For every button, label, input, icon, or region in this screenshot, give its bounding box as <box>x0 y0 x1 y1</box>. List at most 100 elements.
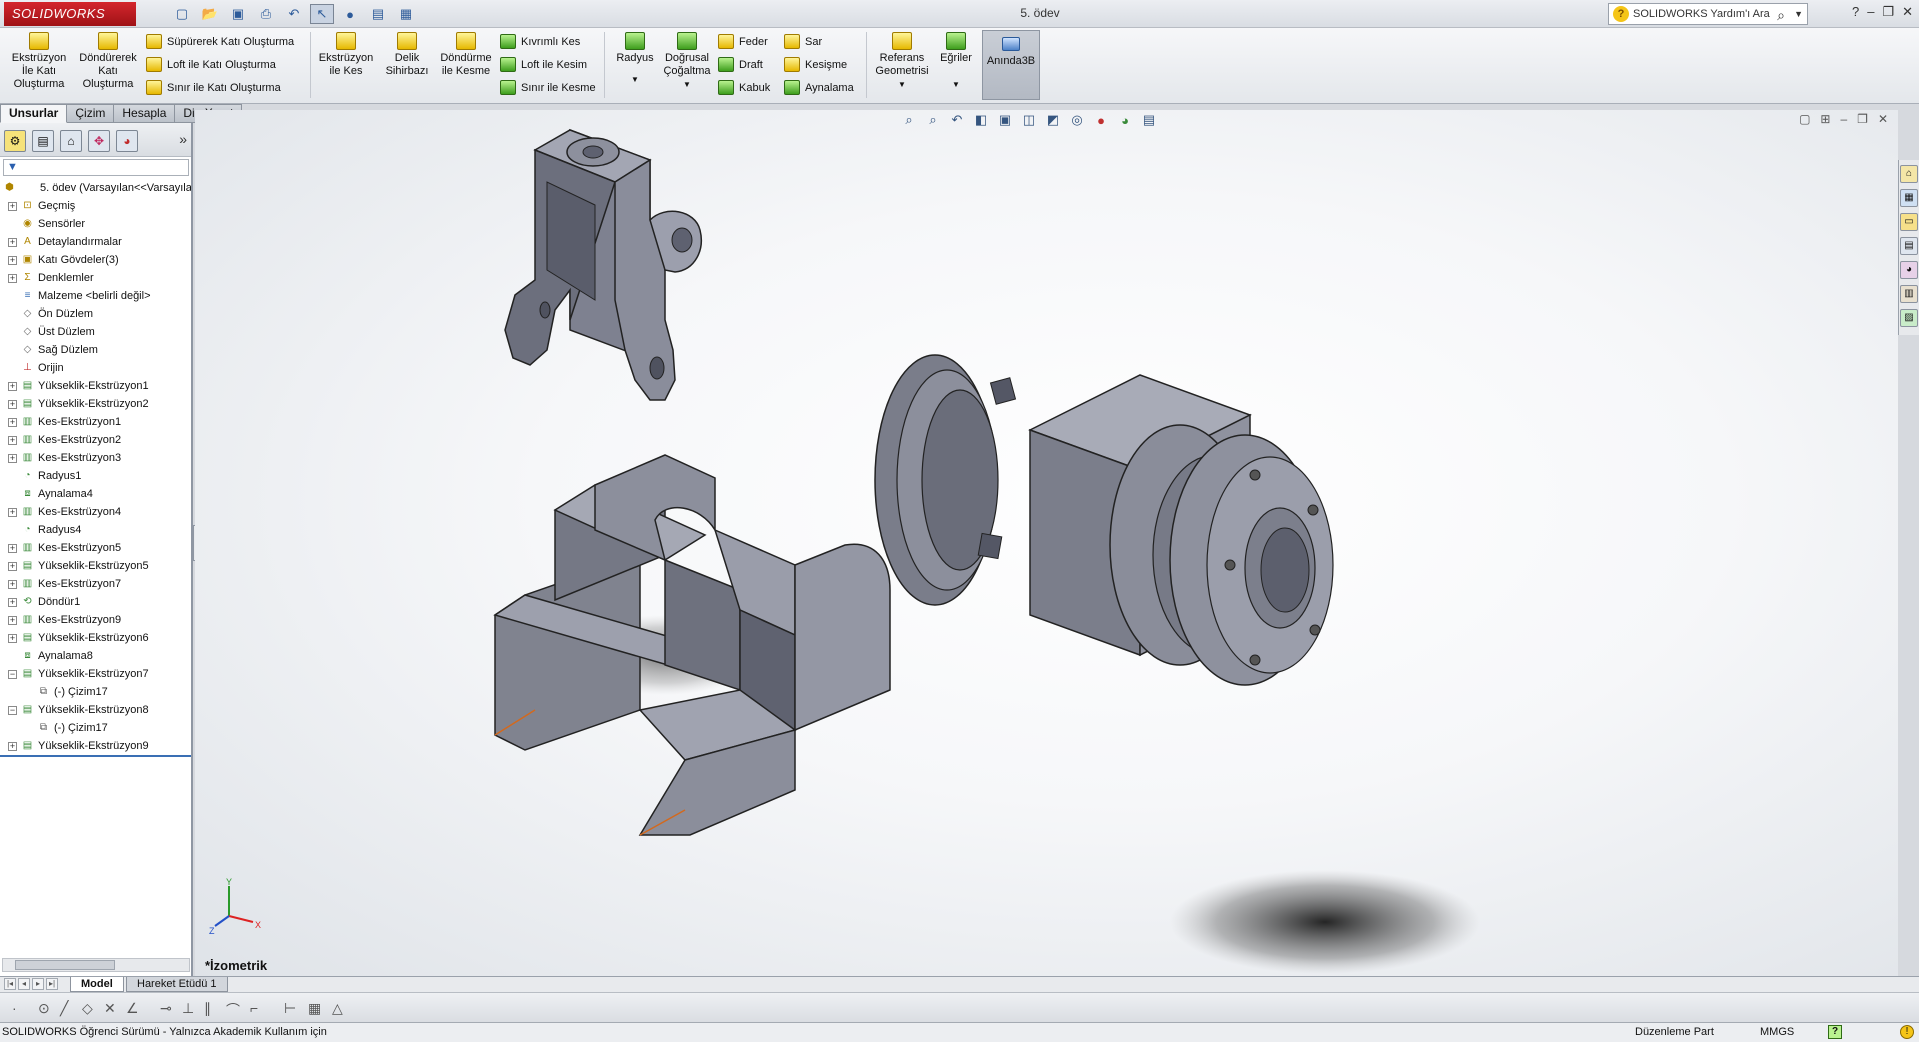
tree-item[interactable]: + ▤ Yükseklik-Ekstrüzyon5 <box>0 557 191 575</box>
triangle-icon[interactable]: △ <box>332 1000 343 1017</box>
expand-icon[interactable]: + <box>8 382 17 391</box>
help-icon[interactable]: ? <box>1828 1025 1842 1039</box>
tree-filter-input[interactable]: ▼ <box>3 159 189 176</box>
angle-icon[interactable]: ∠ <box>126 1000 139 1017</box>
last-tab-icon[interactable]: ▸| <box>46 978 58 990</box>
shell-button[interactable]: Kabuk <box>718 80 770 95</box>
hole-wizard-button[interactable]: Delik Sihirbazı <box>380 32 434 78</box>
tree-item[interactable]: ⧈ Aynalama8 <box>0 647 191 665</box>
point-icon[interactable]: · <box>12 1000 17 1016</box>
tree-item[interactable]: + ▥ Kes-Ekstrüzyon3 <box>0 449 191 467</box>
scrollbar-thumb[interactable] <box>15 960 115 970</box>
circle-icon[interactable]: ⊙ <box>38 1000 50 1017</box>
loft-boss-button[interactable]: Loft ile Katı Oluşturma <box>146 57 276 72</box>
units-selector[interactable]: MMGS <box>1760 1023 1794 1042</box>
expand-icon[interactable]: + <box>8 616 17 625</box>
prev-tab-icon[interactable]: ◂ <box>18 978 30 990</box>
appearances-icon[interactable]: ◕ <box>1900 261 1918 279</box>
custom-properties-icon[interactable]: ▥ <box>1900 285 1918 303</box>
saddle-block-part[interactable] <box>493 454 891 836</box>
tree-item[interactable]: + ⊡ Geçmiş <box>0 197 191 215</box>
select-pointer-icon[interactable]: ↖ <box>310 4 334 24</box>
reference-geometry-button[interactable]: Referans Geometrisi ▼ <box>870 32 934 91</box>
expand-icon[interactable]: + <box>8 418 17 427</box>
search-icon[interactable]: ⌕ <box>1777 5 1785 25</box>
open-folder-icon[interactable]: 📂 <box>198 4 222 24</box>
home-icon[interactable]: ⌂ <box>1900 165 1918 183</box>
tree-item[interactable]: − ▤ Yükseklik-Ekstrüzyon8 <box>0 701 191 719</box>
expand-icon[interactable]: + <box>8 598 17 607</box>
graphics-area[interactable]: ⌕ ⌕ ↶ ◧ ▣ ◫ ◩ ◎ ● ◕ ▤ ▢ ⊞ – ❐ ✕ Y X Z *İ… <box>195 110 1898 976</box>
help-menu-icon[interactable]: ? <box>1852 4 1859 20</box>
expand-icon[interactable]: + <box>8 400 17 409</box>
chevron-down-icon[interactable]: ▼ <box>662 78 712 91</box>
extrude-boss-button[interactable]: Ekstrüzyon İle Katı Oluşturma <box>6 32 72 91</box>
expand-icon[interactable]: + <box>8 274 17 283</box>
dimension-icon[interactable]: ⊢ <box>284 1000 296 1017</box>
tree-item[interactable]: + ▤ Yükseklik-Ekstrüzyon6 <box>0 629 191 647</box>
tree-item[interactable]: + ▤ Yükseklik-Ekstrüzyon1 <box>0 377 191 395</box>
view-palette-icon[interactable]: ▤ <box>1900 237 1918 255</box>
rollback-bar[interactable] <box>0 755 191 757</box>
expand-icon[interactable]: + <box>8 256 17 265</box>
loft-cut-button[interactable]: Loft ile Kesim <box>500 57 587 72</box>
extrude-cut-button[interactable]: Ekstrüzyon ile Kes <box>316 32 376 78</box>
intersect-button[interactable]: Kesişme <box>784 57 847 72</box>
chevron-down-icon[interactable]: ▼ <box>1794 4 1803 24</box>
revolve-boss-button[interactable]: Döndürerek Katı Oluşturma <box>74 32 142 91</box>
tree-item[interactable]: + ▥ Kes-Ekstrüzyon7 <box>0 575 191 593</box>
collapse-icon[interactable]: − <box>8 670 17 679</box>
display-manager-tab-icon[interactable]: ◕ <box>116 130 138 152</box>
boundary-cut-button[interactable]: Sınır ile Kesme <box>500 80 596 95</box>
linear-pattern-button[interactable]: Doğrusal Çoğaltma ▼ <box>662 32 712 91</box>
tree-item[interactable]: + ▥ Kes-Ekstrüzyon9 <box>0 611 191 629</box>
tree-root[interactable]: ⬢ 5. ödev (Varsayılan<<Varsayılan>_Görün… <box>0 179 191 197</box>
forum-icon[interactable]: ▨ <box>1900 309 1918 327</box>
tree-item[interactable]: + ▥ Kes-Ekstrüzyon2 <box>0 431 191 449</box>
tree-item[interactable]: + ▤ Yükseklik-Ekstrüzyon9 <box>0 737 191 755</box>
grid-icon[interactable]: ▦ <box>308 1000 321 1017</box>
expand-icon[interactable]: + <box>8 562 17 571</box>
expand-icon[interactable]: + <box>8 436 17 445</box>
property-manager-tab-icon[interactable]: ▤ <box>32 130 54 152</box>
mirror-button[interactable]: Aynalama <box>784 80 854 95</box>
tree-item[interactable]: + ▥ Kes-Ekstrüzyon5 <box>0 539 191 557</box>
tree-item[interactable]: ◔ Radyus1 <box>0 467 191 485</box>
corner-icon[interactable]: ⌐ <box>250 1000 258 1016</box>
tree-item[interactable]: ◇ Sağ Düzlem <box>0 341 191 359</box>
expand-icon[interactable]: + <box>8 634 17 643</box>
tree-item[interactable]: ⊥ Orijin <box>0 359 191 377</box>
perpendicular-icon[interactable]: ⊥ <box>182 1000 194 1017</box>
bracket-part[interactable] <box>504 128 702 401</box>
expand-icon[interactable]: + <box>8 202 17 211</box>
tree-item[interactable]: + ▥ Kes-Ekstrüzyon1 <box>0 413 191 431</box>
tree-item[interactable]: + ⟲ Döndür1 <box>0 593 191 611</box>
dimxpert-manager-tab-icon[interactable]: ✥ <box>88 130 110 152</box>
collapse-icon[interactable]: − <box>8 706 17 715</box>
tree-item[interactable]: ⧉ (-) Çizim17 <box>0 683 191 701</box>
tab-motion-study[interactable]: Hareket Etüdü 1 <box>126 977 228 992</box>
tree-item[interactable]: ◇ Üst Düzlem <box>0 323 191 341</box>
expand-icon[interactable]: + <box>8 580 17 589</box>
help-search-input[interactable]: ? SOLIDWORKS Yardım'ı Ara ⌕ ▼ <box>1608 3 1808 25</box>
tab-features[interactable]: Unsurlar <box>0 104 68 123</box>
first-tab-icon[interactable]: |◂ <box>4 978 16 990</box>
tree-item[interactable]: ≡ Malzeme <belirli değil> <box>0 287 191 305</box>
tree-item[interactable]: + ▥ Kes-Ekstrüzyon4 <box>0 503 191 521</box>
minimize-icon[interactable]: – <box>1867 4 1874 20</box>
fillet-button[interactable]: Radyus ▼ <box>610 32 660 86</box>
expand-icon[interactable]: + <box>8 544 17 553</box>
chevron-down-icon[interactable]: ▼ <box>610 73 660 86</box>
tree-item[interactable]: + Σ Denklemler <box>0 269 191 287</box>
close-icon[interactable]: ✕ <box>1902 4 1913 20</box>
tree-item[interactable]: + ▤ Yükseklik-Ekstrüzyon2 <box>0 395 191 413</box>
trim-icon[interactable]: ✕ <box>104 1000 116 1017</box>
tree-item[interactable]: − ▤ Yükseklik-Ekstrüzyon7 <box>0 665 191 683</box>
polygon-icon[interactable]: ◇ <box>82 1000 93 1017</box>
file-properties-icon[interactable]: ▤ <box>366 4 390 24</box>
tab-model[interactable]: Model <box>70 977 124 992</box>
configuration-manager-tab-icon[interactable]: ⌂ <box>60 130 82 152</box>
model-viewport[interactable] <box>195 110 1898 976</box>
curves-button[interactable]: Eğriler ▼ <box>934 32 978 91</box>
wrap-button[interactable]: Sar <box>784 34 822 49</box>
